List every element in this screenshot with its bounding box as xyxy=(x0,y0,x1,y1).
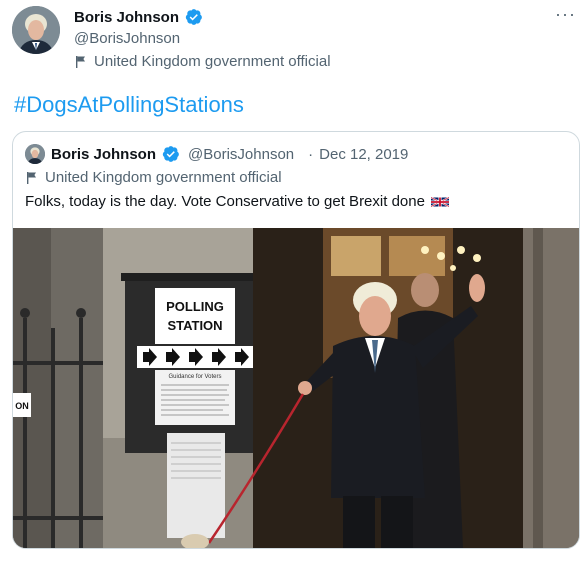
quoted-government-label-row: United Kingdom government official xyxy=(25,169,282,186)
tweet-photo[interactable]: POLLING STATION Guidance for Voters ON xyxy=(13,228,579,548)
quoted-date: Dec 12, 2019 xyxy=(319,145,409,163)
quoted-tweet[interactable]: Boris Johnson @BorisJohnson · Dec 12, 20… xyxy=(12,131,580,549)
quoted-author-row: Boris Johnson @BorisJohnson · Dec 12, 20… xyxy=(25,144,408,164)
door-sign-text: ON xyxy=(15,401,29,411)
avatar-image xyxy=(12,6,60,54)
author-name[interactable]: Boris Johnson xyxy=(74,9,179,26)
more-icon: ··· xyxy=(555,4,576,24)
quoted-author-name: Boris Johnson xyxy=(51,145,157,163)
verified-icon xyxy=(185,9,202,25)
hashtag-link[interactable]: #DogsAtPollingStations xyxy=(14,92,244,118)
author-handle[interactable]: @BorisJohnson xyxy=(74,30,180,47)
sign-text-2: STATION xyxy=(167,318,222,333)
sign-text-1: POLLING xyxy=(166,299,224,314)
government-label-row: United Kingdom government official xyxy=(74,53,331,70)
author-avatar[interactable] xyxy=(12,6,60,54)
flag-icon xyxy=(27,171,36,184)
quoted-text: Folks, today is the day. Vote Conservati… xyxy=(25,193,425,210)
more-options-button[interactable]: ··· xyxy=(555,4,576,25)
quoted-author-handle: @BorisJohnson xyxy=(188,145,295,163)
uk-flag-icon xyxy=(430,196,449,207)
verified-icon xyxy=(162,146,179,162)
notice-title: Guidance for Voters xyxy=(168,374,221,380)
separator-dot: · xyxy=(308,145,314,163)
quoted-avatar xyxy=(25,144,45,164)
flag-icon xyxy=(76,55,85,68)
quoted-text-row: Folks, today is the day. Vote Conservati… xyxy=(25,193,449,210)
government-label: United Kingdom government official xyxy=(94,53,331,70)
avatar-image xyxy=(25,144,45,164)
quoted-government-label: United Kingdom government official xyxy=(45,169,282,186)
author-row: Boris Johnson xyxy=(74,8,203,26)
